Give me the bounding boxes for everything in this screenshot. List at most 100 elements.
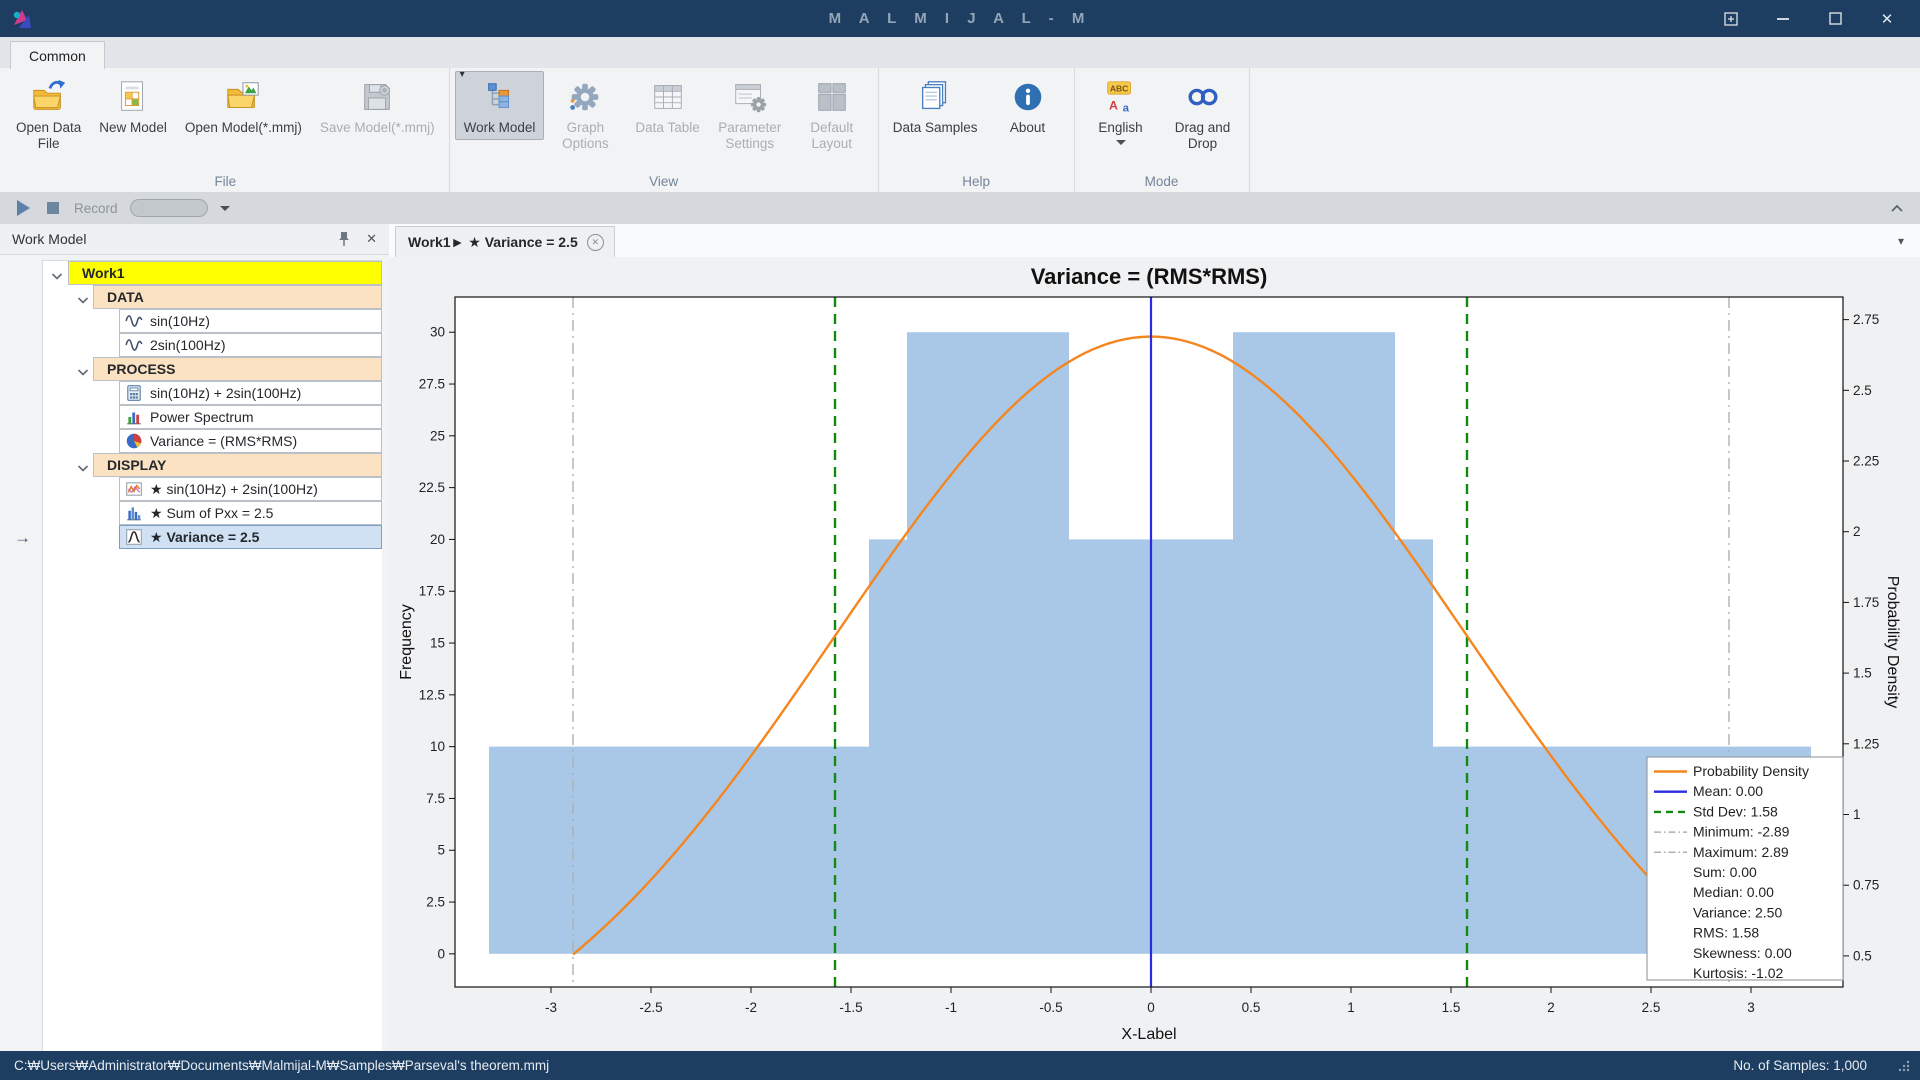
minimize-button[interactable] [1774, 10, 1792, 28]
expander-icon[interactable] [77, 292, 91, 302]
panel-close-icon[interactable]: ✕ [366, 231, 377, 247]
tree-section-data[interactable]: DATA [43, 285, 382, 309]
tree-item-sin-10hz-2sin-100hz[interactable]: sin(10Hz) + 2sin(100Hz) [43, 381, 382, 405]
ribbon-button-default-layout[interactable]: Default Layout [791, 71, 873, 156]
ribbon-button-graph-options[interactable]: Graph Options [544, 71, 626, 156]
parameter-settings-icon [730, 77, 770, 117]
record-slider[interactable] [130, 199, 208, 217]
svg-text:a: a [1122, 102, 1129, 114]
status-bar: C:₩Users₩Administrator₩Documents₩Malmija… [0, 1051, 1920, 1080]
ribbon-group-label: View [450, 174, 878, 189]
tree-section-display[interactable]: DISPLAY [43, 453, 382, 477]
y-right-tick-label: 2.5 [1853, 383, 1872, 398]
tree-item-variance-rms-rms[interactable]: Variance = (RMS*RMS) [43, 429, 382, 453]
work-model-tree: Work1 DATA sin(10Hz) 2sin(100Hz)PROCESS sin(… [42, 260, 382, 1051]
ribbon-button-label: Save Model(*.mmj) [320, 120, 435, 136]
window-controls: ✕ [1722, 10, 1920, 28]
y-right-tick-label: 1 [1853, 807, 1861, 822]
variance-chart: Variance = (RMS*RMS)-3-2.5-2-1.5-1-0.500… [389, 257, 1920, 1051]
tree-item-sum-of-pxx-2-5[interactable]: ★ Sum of Pxx = 2.5 [43, 501, 382, 525]
x-tick-label: 3 [1747, 1000, 1755, 1015]
tree-item-label: sin(10Hz) + 2sin(100Hz) [150, 385, 301, 401]
expander-icon[interactable] [51, 268, 65, 278]
english-icon: ABCAa [1101, 77, 1141, 117]
barchart-icon [124, 407, 144, 427]
resize-grip[interactable] [1897, 1059, 1910, 1072]
tab-close-icon[interactable]: ✕ [587, 234, 604, 251]
close-button[interactable]: ✕ [1878, 10, 1896, 28]
x-tick-label: 1 [1347, 1000, 1355, 1015]
ribbon-button-drag-and-drop[interactable]: Drag and Drop [1162, 71, 1244, 156]
y-left-tick-label: 22.5 [419, 480, 445, 495]
pin-icon[interactable] [338, 231, 350, 247]
ribbon-group-label: Help [879, 174, 1074, 189]
ribbon-button-save-model[interactable]: Save Model(*.mmj) [311, 71, 444, 140]
tree-item-work1[interactable]: Work1 [43, 261, 382, 285]
y-right-tick-label: 0.5 [1853, 948, 1872, 963]
y-left-tick-label: 30 [430, 325, 445, 340]
tree-item-label: sin(10Hz) [150, 313, 210, 329]
x-tick-label: -1 [945, 1000, 957, 1015]
ribbon-button-english[interactable]: ABCAa English [1080, 71, 1162, 149]
square-plus-icon[interactable] [1722, 10, 1740, 28]
y-right-tick-label: 1.75 [1853, 595, 1879, 610]
ribbon-button-label: Parameter Settings [718, 120, 781, 152]
ribbon-button-open-data-file[interactable]: Open Data File [7, 71, 90, 156]
bellcurve-icon [124, 527, 144, 547]
titlebar: M A L M I J A L - M ✕ [0, 0, 1920, 37]
x-axis-label: X-Label [1121, 1026, 1176, 1043]
collapse-ribbon-icon[interactable] [1890, 204, 1904, 213]
ribbon-button-label: Drag and Drop [1175, 120, 1231, 152]
svg-text:ABC: ABC [1109, 83, 1128, 93]
legend-label: Maximum: 2.89 [1693, 844, 1789, 860]
tree-item-power-spectrum[interactable]: Power Spectrum [43, 405, 382, 429]
ribbon-button-data-samples[interactable]: Data Samples [884, 71, 987, 140]
tree-item-label: DATA [107, 289, 144, 305]
maximize-button[interactable] [1826, 10, 1844, 28]
ribbon-group-help: Data SamplesAbout Help [879, 68, 1075, 192]
record-label: Record [74, 201, 118, 216]
ribbon-group-label: File [2, 174, 449, 189]
histogram-bar [869, 539, 907, 953]
tree-item-2sin-100hz[interactable]: 2sin(100Hz) [43, 333, 382, 357]
tree-item-label: ★ sin(10Hz) + 2sin(100Hz) [150, 481, 318, 498]
record-dropdown-icon[interactable] [220, 206, 230, 211]
ribbon-button-label: Work Model [464, 120, 536, 136]
data-samples-icon [915, 77, 955, 117]
ribbon-button-data-table[interactable]: Data Table [626, 71, 708, 140]
y-left-tick-label: 2.5 [426, 895, 445, 910]
tree-item-sin-10hz[interactable]: sin(10Hz) [43, 309, 382, 333]
ribbon-button-label: English [1098, 120, 1142, 136]
tab-list-dropdown-icon[interactable]: ▾ [1898, 234, 1904, 248]
legend-label: Minimum: -2.89 [1693, 824, 1790, 840]
ribbon-group-file: Open Data FileNew ModelOpen Model(*.mmj)… [2, 68, 450, 192]
tab-common[interactable]: Common [10, 41, 105, 69]
tree-item-variance-2-5[interactable]: ★ Variance = 2.5 [43, 525, 382, 549]
ribbon-button-parameter-settings[interactable]: Parameter Settings [709, 71, 791, 156]
x-tick-label: 2 [1547, 1000, 1555, 1015]
expander-icon[interactable] [77, 460, 91, 470]
y-right-tick-label: 2.75 [1853, 312, 1879, 327]
x-tick-label: 1.5 [1442, 1000, 1461, 1015]
ribbon-button-label: Default Layout [810, 120, 853, 152]
ribbon-button-open-model[interactable]: Open Model(*.mmj) [176, 71, 311, 140]
main-area: Work1► ★ Variance = 2.5 ✕ ▾ Variance = (… [389, 224, 1920, 1051]
y-left-tick-label: 27.5 [419, 377, 445, 392]
data-table-icon [648, 77, 688, 117]
document-tab[interactable]: Work1► ★ Variance = 2.5 ✕ [395, 226, 615, 257]
ribbon-button-new-model[interactable]: New Model [90, 71, 176, 140]
ribbon-button-about[interactable]: About [987, 71, 1069, 140]
tree-section-process[interactable]: PROCESS [43, 357, 382, 381]
tree-item-label: Power Spectrum [150, 409, 253, 425]
play-button[interactable] [14, 199, 32, 217]
ribbon-button-work-model[interactable]: ▾Work Model [455, 71, 545, 140]
stop-button[interactable] [44, 199, 62, 217]
ribbon-group-mode: ABCAaEnglishDrag and DropMode [1075, 68, 1250, 192]
open-model-icon [223, 77, 263, 117]
file-path: C:₩Users₩Administrator₩Documents₩Malmija… [8, 1058, 1733, 1073]
expander-icon[interactable] [77, 364, 91, 374]
legend-label: Sum: 0.00 [1693, 864, 1757, 880]
default-layout-icon [812, 77, 852, 117]
tree-item-sin-10hz-2sin-100hz[interactable]: ★ sin(10Hz) + 2sin(100Hz) [43, 477, 382, 501]
drag-and-drop-icon [1183, 77, 1223, 117]
